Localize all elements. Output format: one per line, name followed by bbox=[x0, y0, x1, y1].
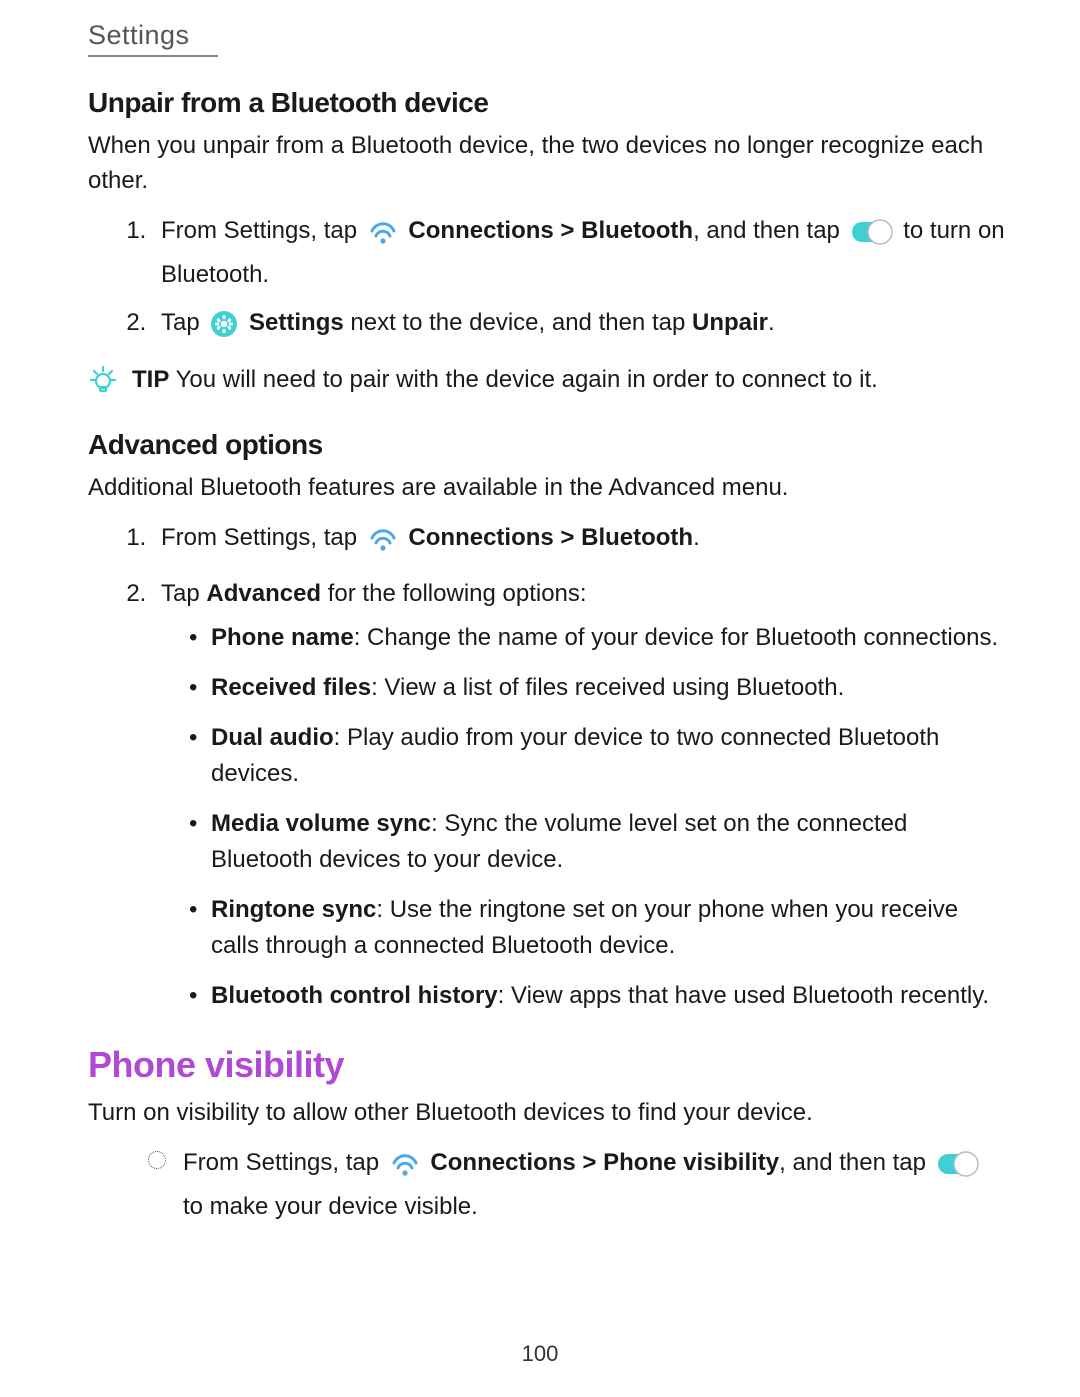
opt-title: Dual audio bbox=[211, 724, 334, 751]
opt-desc: : Change the name of your device for Blu… bbox=[354, 624, 998, 651]
heading-advanced: Advanced options bbox=[88, 429, 1005, 461]
opt-title: Received files bbox=[211, 674, 371, 701]
lightbulb-icon bbox=[88, 365, 118, 406]
para-advanced-intro: Additional Bluetooth features are availa… bbox=[88, 471, 1005, 506]
step-item: Tap Advanced for the following options: … bbox=[153, 576, 1005, 1014]
text-bold: Connections > Bluetooth bbox=[408, 217, 693, 244]
text: From Settings, tap bbox=[161, 524, 364, 551]
text: for the following options: bbox=[321, 580, 587, 607]
step-item: From Settings, tap Connections > Bluetoo… bbox=[153, 213, 1005, 293]
step-item: From Settings, tap Connections > Phone v… bbox=[153, 1145, 1005, 1225]
open-circle-icon bbox=[148, 1151, 166, 1169]
opt-desc: : View apps that have used Bluetooth rec… bbox=[498, 982, 989, 1009]
steps-unpair: From Settings, tap Connections > Bluetoo… bbox=[88, 213, 1005, 349]
text: to make your device visible. bbox=[183, 1193, 478, 1220]
list-item: Received files: View a list of files rec… bbox=[189, 670, 1005, 706]
text: From Settings, tap bbox=[161, 217, 364, 244]
gear-icon bbox=[210, 310, 238, 349]
opt-desc: : View a list of files received using Bl… bbox=[371, 674, 844, 701]
text-bold: Advanced bbox=[206, 580, 321, 607]
opt-title: Bluetooth control history bbox=[211, 982, 498, 1009]
text: Tap bbox=[161, 309, 206, 336]
text: , and then tap bbox=[779, 1149, 932, 1176]
wifi-icon bbox=[368, 218, 398, 257]
wifi-icon bbox=[368, 525, 398, 564]
opt-title: Phone name bbox=[211, 624, 354, 651]
list-item: Ringtone sync: Use the ringtone set on y… bbox=[189, 892, 1005, 964]
text: From Settings, tap bbox=[183, 1149, 386, 1176]
text: . bbox=[693, 524, 700, 551]
list-item: Media volume sync: Sync the volume level… bbox=[189, 806, 1005, 878]
toggle-icon bbox=[851, 218, 893, 257]
step-item: From Settings, tap Connections > Bluetoo… bbox=[153, 520, 1005, 564]
list-item: Phone name: Change the name of your devi… bbox=[189, 620, 1005, 656]
para-visibility-intro: Turn on visibility to allow other Blueto… bbox=[88, 1096, 1005, 1131]
page-number: 100 bbox=[0, 1341, 1080, 1367]
tip-block: TIP You will need to pair with the devic… bbox=[88, 363, 1005, 406]
text: , and then tap bbox=[693, 217, 846, 244]
step-item: Tap Settings next to the device, and the… bbox=[153, 305, 1005, 349]
header-rule bbox=[88, 55, 218, 57]
tip-text: TIP You will need to pair with the devic… bbox=[132, 363, 878, 398]
wifi-icon bbox=[390, 1150, 420, 1189]
tip-label: TIP bbox=[132, 366, 169, 393]
running-header: Settings bbox=[88, 20, 1005, 51]
page-content: Settings Unpair from a Bluetooth device … bbox=[0, 0, 1080, 1225]
opt-title: Ringtone sync bbox=[211, 896, 376, 923]
list-item: Bluetooth control history: View apps tha… bbox=[189, 978, 1005, 1014]
steps-advanced: From Settings, tap Connections > Bluetoo… bbox=[88, 520, 1005, 1014]
text-bold: Settings bbox=[249, 309, 344, 336]
text-bold: Unpair bbox=[692, 309, 768, 336]
text: You will need to pair with the device ag… bbox=[169, 366, 877, 393]
para-unpair-intro: When you unpair from a Bluetooth device,… bbox=[88, 129, 1005, 199]
heading-phone-visibility: Phone visibility bbox=[88, 1044, 1005, 1086]
advanced-option-list: Phone name: Change the name of your devi… bbox=[161, 620, 1005, 1014]
heading-unpair: Unpair from a Bluetooth device bbox=[88, 87, 1005, 119]
opt-title: Media volume sync bbox=[211, 810, 431, 837]
toggle-icon bbox=[937, 1150, 979, 1189]
text: next to the device, and then tap bbox=[344, 309, 692, 336]
text-bold: Connections > Bluetooth bbox=[408, 524, 693, 551]
text: Tap bbox=[161, 580, 206, 607]
list-item: Dual audio: Play audio from your device … bbox=[189, 720, 1005, 792]
text: . bbox=[768, 309, 775, 336]
text-bold: Connections > Phone visibility bbox=[430, 1149, 779, 1176]
steps-visibility: From Settings, tap Connections > Phone v… bbox=[88, 1145, 1005, 1225]
